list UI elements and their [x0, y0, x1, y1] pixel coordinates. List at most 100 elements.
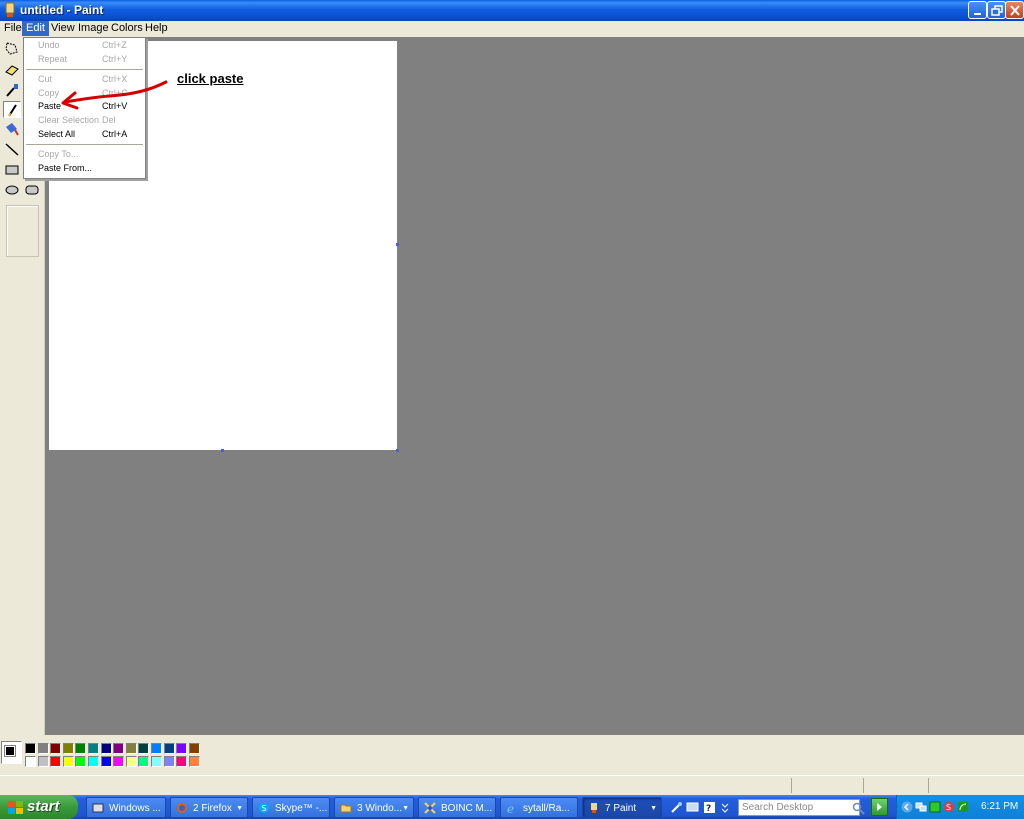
palette-swatch[interactable]	[125, 756, 137, 767]
palette-swatch[interactable]	[100, 756, 112, 767]
palette-swatch[interactable]	[188, 756, 200, 767]
free-form-select-icon[interactable]	[3, 40, 21, 57]
menu-item-select-all[interactable]: Select All Ctrl+A	[25, 128, 144, 141]
palette-swatch[interactable]	[138, 756, 150, 767]
task-windows-explorer-group[interactable]: 3 Windo... ▼	[334, 797, 414, 818]
boinc-icon	[424, 802, 436, 814]
rounded-rectangle-icon[interactable]	[23, 181, 41, 198]
menu-item-undo[interactable]: Undo Ctrl+Z	[25, 39, 144, 52]
quick-launch-tool-icon[interactable]	[670, 801, 683, 814]
clock: 6:21 PM	[981, 801, 1019, 812]
annotation-text: click paste	[177, 71, 244, 86]
task-paint[interactable]: 7 Paint ▼	[582, 797, 662, 818]
svg-text:S: S	[262, 804, 267, 813]
palette-swatch[interactable]	[188, 743, 200, 754]
rectangle-icon[interactable]	[3, 161, 21, 178]
color-palette	[0, 735, 1024, 775]
system-tray: S 6:21 PM	[896, 795, 1024, 819]
palette-swatch[interactable]	[62, 743, 74, 754]
search-go-button[interactable]	[871, 798, 888, 816]
internet-explorer-icon: e	[507, 802, 514, 814]
tray-app-icon[interactable]	[929, 801, 941, 813]
palette-swatch[interactable]	[88, 743, 99, 754]
quick-launch-desktop-icon[interactable]	[686, 801, 699, 814]
fill-icon[interactable]	[3, 121, 21, 138]
help-icon[interactable]: ?	[703, 801, 716, 814]
svg-text:?: ?	[706, 804, 711, 814]
network-icon[interactable]	[915, 801, 927, 813]
palette-swatch[interactable]	[75, 743, 87, 754]
windows-logo-icon	[8, 801, 23, 814]
quick-launch-expand-icon[interactable]	[720, 801, 730, 814]
status-cell	[863, 778, 927, 793]
palette-swatch[interactable]	[163, 743, 175, 754]
menu-help[interactable]: Help	[141, 21, 172, 36]
palette-swatch[interactable]	[25, 756, 36, 767]
line-icon[interactable]	[3, 141, 21, 158]
search-icon[interactable]	[852, 802, 866, 816]
menu-item-clear-selection[interactable]: Clear Selection Del	[25, 114, 144, 127]
minimize-button[interactable]	[968, 1, 987, 19]
foreground-color	[4, 745, 16, 757]
palette-swatch[interactable]	[176, 756, 188, 767]
task-boinc[interactable]: BOINC M...	[418, 797, 496, 818]
status-cell	[928, 778, 1022, 793]
resize-handle-corner[interactable]	[396, 449, 399, 452]
status-cell	[791, 778, 861, 793]
eraser-icon[interactable]	[3, 61, 21, 78]
palette-swatch[interactable]	[25, 743, 36, 754]
taskbar: start Windows ... 2 Firefox ▼ S Skype™ -.…	[0, 795, 1024, 819]
palette-swatch[interactable]	[163, 756, 175, 767]
palette-swatch[interactable]	[62, 756, 74, 767]
palette-swatch[interactable]	[176, 743, 188, 754]
color-picker-icon[interactable]	[3, 82, 21, 99]
signal-icon[interactable]	[957, 801, 969, 813]
palette-swatch[interactable]	[50, 756, 62, 767]
tool-options-box[interactable]	[6, 205, 39, 257]
palette-swatch[interactable]	[138, 743, 150, 754]
palette-swatch[interactable]	[37, 743, 49, 754]
palette-swatch[interactable]	[75, 756, 87, 767]
palette-swatch[interactable]	[151, 756, 162, 767]
status-bar	[0, 775, 1024, 795]
palette-swatch[interactable]	[113, 756, 125, 767]
svg-text:e: e	[507, 802, 514, 814]
annotation-arrow	[61, 80, 168, 110]
menu-item-paste-from[interactable]: Paste From...	[25, 162, 144, 175]
pencil-icon[interactable]	[3, 101, 21, 118]
palette-swatch[interactable]	[100, 743, 112, 754]
arrow-right-icon	[877, 803, 882, 811]
close-button[interactable]	[1005, 1, 1024, 19]
workspace	[45, 37, 1024, 735]
task-firefox[interactable]: 2 Firefox ▼	[170, 797, 248, 818]
skype-icon: S	[259, 803, 269, 813]
windows-explorer-icon	[92, 803, 104, 813]
desktop-search-input[interactable]: Search Desktop	[738, 799, 860, 816]
palette-swatch[interactable]	[88, 756, 99, 767]
resize-handle-right[interactable]	[396, 243, 399, 246]
chevron-left-icon[interactable]	[901, 801, 913, 813]
menu-separator	[26, 144, 143, 145]
task-windows-explorer[interactable]: Windows ...	[86, 797, 166, 818]
menu-item-copy-to[interactable]: Copy To...	[25, 148, 144, 161]
security-shield-icon[interactable]: S	[943, 801, 955, 813]
menu-bar: File Edit View Image Colors Help	[0, 21, 1024, 37]
task-skype[interactable]: S Skype™ -...	[252, 797, 330, 818]
palette-swatch[interactable]	[125, 743, 137, 754]
palette-swatch[interactable]	[151, 743, 162, 754]
color-indicator[interactable]	[1, 741, 22, 764]
palette-swatch[interactable]	[37, 756, 49, 767]
task-internet-explorer[interactable]: e sytall/Ra...	[500, 797, 578, 818]
title-bar[interactable]: untitled - Paint	[0, 0, 1024, 21]
resize-handle-bottom[interactable]	[221, 449, 224, 452]
firefox-icon	[177, 803, 187, 813]
palette-swatch[interactable]	[50, 743, 62, 754]
paint-app-icon	[5, 2, 15, 17]
folder-icon	[340, 804, 352, 813]
restore-button[interactable]	[987, 1, 1006, 19]
palette-swatch[interactable]	[113, 743, 125, 754]
menu-edit[interactable]: Edit	[22, 21, 49, 36]
ellipse-icon[interactable]	[3, 181, 21, 198]
start-button[interactable]: start	[0, 795, 78, 819]
menu-item-repeat[interactable]: Repeat Ctrl+Y	[25, 53, 144, 66]
